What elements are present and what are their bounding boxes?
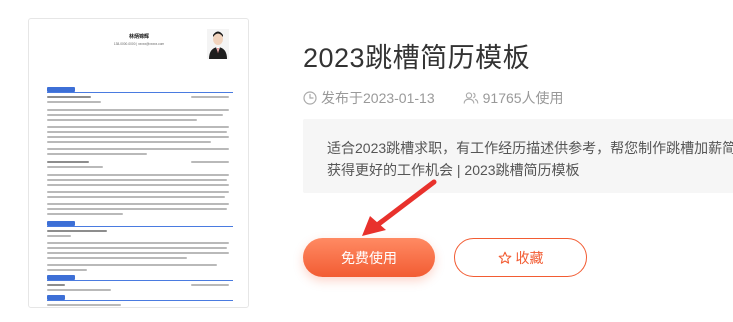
publish-date-text: 发布于2023-01-13 [321, 90, 435, 106]
favorite-label: 收藏 [515, 249, 544, 266]
resume-thumbnail: 林炳锦辉 138-0000-0000 | xxxxx@xxxxx.com [41, 29, 237, 307]
publish-date: 发布于2023-01-13 [303, 88, 435, 108]
template-meta: 发布于2023-01-13 91765人使用 [303, 88, 564, 108]
users-icon [463, 92, 478, 104]
clock-icon [303, 91, 317, 105]
template-preview[interactable]: 林炳锦辉 138-0000-0000 | xxxxx@xxxxx.com [28, 18, 249, 308]
usage-count: 91765人使用 [463, 88, 564, 108]
pointer-arrow-icon [362, 179, 437, 236]
description-text: 适合2023跳槽求职，有工作经历描述供参考，帮您制作跳槽加薪简历获得更好的工作机… [327, 140, 733, 178]
page-title: 2023跳槽简历模板 [303, 43, 531, 73]
resume-photo [207, 29, 229, 59]
free-use-button[interactable]: 免费使用 [303, 238, 435, 277]
star-icon [498, 251, 511, 264]
favorite-button[interactable]: 收藏 [454, 238, 587, 277]
usage-count-text: 91765人使用 [482, 90, 564, 106]
